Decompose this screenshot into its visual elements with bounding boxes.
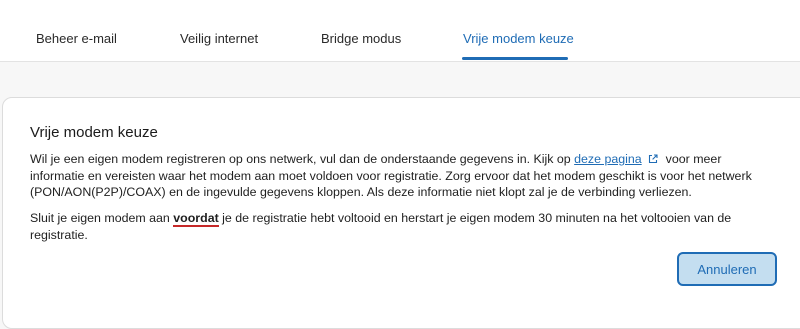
- instruction-paragraph: Sluit je eigen modem aan voordat je de r…: [30, 210, 770, 243]
- active-tab-indicator: [462, 57, 568, 60]
- tab-bridge-modus[interactable]: Bridge modus: [321, 31, 401, 46]
- tab-beheer-email[interactable]: Beheer e-mail: [36, 31, 117, 46]
- tab-vrije-modem-keuze[interactable]: Vrije modem keuze: [463, 31, 574, 46]
- emphasis-voordat: voordat: [173, 211, 219, 227]
- card-title: Vrije modem keuze: [30, 124, 158, 141]
- external-link-icon[interactable]: [648, 154, 658, 164]
- intro-text-start: Wil je een eigen modem registreren op on…: [30, 152, 575, 166]
- intro-paragraph: Wil je een eigen modem registreren op on…: [30, 151, 770, 201]
- instruction-text-start: Sluit je eigen modem aan: [30, 211, 174, 225]
- tab-veilig-internet[interactable]: Veilig internet: [180, 31, 258, 46]
- tab-bar: Beheer e-mail Veilig internet Bridge mod…: [0, 0, 800, 62]
- cancel-button[interactable]: Annuleren: [677, 252, 777, 286]
- info-page-link[interactable]: deze pagina: [574, 152, 642, 166]
